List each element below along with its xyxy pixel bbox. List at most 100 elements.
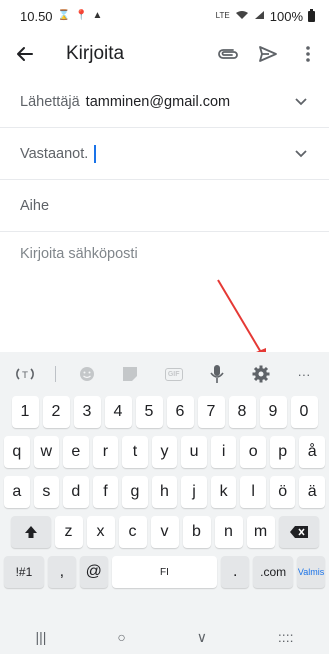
app-bar-actions — [215, 41, 321, 67]
key[interactable]: 3 — [73, 396, 101, 428]
key[interactable]: h — [151, 476, 178, 508]
toolbar-divider — [55, 366, 57, 382]
key[interactable]: ö — [269, 476, 296, 508]
key[interactable]: j — [181, 476, 207, 508]
key[interactable]: b — [182, 516, 211, 548]
key[interactable]: v — [150, 516, 179, 548]
key[interactable]: 9 — [259, 396, 287, 428]
key[interactable]: n — [214, 516, 243, 548]
gear-icon[interactable] — [248, 361, 274, 387]
subject-field[interactable]: Aihe — [0, 180, 329, 232]
key[interactable]: g — [122, 476, 148, 508]
key[interactable]: m — [246, 516, 275, 548]
key[interactable]: 2 — [42, 396, 70, 428]
network-lte-icon: LTE — [215, 11, 230, 20]
key[interactable]: w — [33, 436, 60, 468]
number-row: 1234567890 — [0, 396, 329, 428]
key[interactable]: 0 — [290, 396, 318, 428]
send-button[interactable] — [255, 41, 281, 67]
letter-row-3-keys: zxcvbnm — [54, 516, 275, 548]
key[interactable]: q — [4, 436, 30, 468]
signal-icon — [254, 10, 265, 23]
symbols-key[interactable]: !#1 — [4, 556, 44, 588]
gif-icon[interactable]: GIF — [161, 361, 187, 387]
letter-row-3: zxcvbnm — [0, 516, 329, 548]
key[interactable]: 8 — [228, 396, 256, 428]
key[interactable]: å — [299, 436, 326, 468]
more-options-button[interactable] — [295, 41, 321, 67]
to-label: Vastaanot. — [20, 145, 89, 162]
key[interactable]: o — [240, 436, 266, 468]
keyboard-switch-button[interactable]: :::: — [278, 629, 294, 645]
hide-keyboard-button[interactable]: ∨ — [197, 629, 207, 646]
key[interactable]: a — [4, 476, 30, 508]
period-key[interactable]: . — [221, 556, 250, 588]
key[interactable]: p — [269, 436, 296, 468]
attach-button[interactable] — [215, 41, 241, 67]
body-field[interactable]: Kirjoita sähköposti — [0, 232, 329, 276]
back-button[interactable] — [16, 38, 48, 70]
status-left: 10.50 ⌛ 📍 ▲ — [20, 9, 102, 24]
key[interactable]: 5 — [135, 396, 163, 428]
triangle-icon: ▲ — [92, 10, 103, 21]
key[interactable]: r — [92, 436, 119, 468]
key[interactable]: d — [63, 476, 89, 508]
from-field[interactable]: Lähettäjä tamminen@gmail.com — [0, 76, 329, 128]
home-button[interactable]: ○ — [117, 629, 125, 645]
mic-icon[interactable] — [204, 361, 230, 387]
key[interactable]: u — [181, 436, 207, 468]
shift-icon — [24, 526, 37, 538]
emoji-icon[interactable] — [74, 361, 100, 387]
space-key[interactable]: FI — [111, 556, 218, 588]
navigation-bar: ||| ○ ∨ :::: — [0, 620, 329, 654]
alarm-icon: ⌛ — [57, 10, 70, 21]
dotcom-key[interactable]: .com — [253, 556, 294, 588]
comma-key[interactable]: , — [47, 556, 76, 588]
text-cursor — [94, 144, 97, 163]
at-key[interactable]: @ — [79, 556, 108, 588]
sticker-icon[interactable] — [117, 361, 143, 387]
key[interactable]: l — [240, 476, 266, 508]
key[interactable]: 7 — [197, 396, 225, 428]
more-horiz-icon[interactable]: ··· — [291, 361, 317, 387]
back-arrow-icon — [17, 47, 33, 61]
key[interactable]: y — [151, 436, 178, 468]
chevron-down-icon[interactable] — [293, 94, 309, 110]
letter-row-2: asdfghjklöä — [0, 476, 329, 508]
bottom-row: !#1 , @ FI . .com Valmis — [0, 556, 329, 588]
attach-icon — [218, 49, 238, 59]
key[interactable]: 6 — [166, 396, 194, 428]
wifi-icon — [235, 10, 249, 23]
more-vert-icon — [306, 46, 310, 62]
key[interactable]: i — [210, 436, 237, 468]
recent-apps-button[interactable]: ||| — [35, 629, 46, 645]
key[interactable]: k — [210, 476, 237, 508]
battery-icon — [308, 8, 315, 22]
location-icon: 📍 — [75, 10, 88, 21]
key[interactable]: ä — [299, 476, 326, 508]
chevron-down-icon[interactable] — [293, 146, 309, 162]
svg-text:T: T — [21, 371, 28, 381]
key[interactable]: s — [33, 476, 60, 508]
status-time: 10.50 — [20, 8, 53, 24]
key[interactable]: e — [63, 436, 89, 468]
done-key[interactable]: Valmis — [297, 556, 325, 588]
key[interactable]: x — [86, 516, 115, 548]
from-label: Lähettäjä — [20, 93, 80, 110]
backspace-key[interactable] — [278, 516, 319, 548]
translate-icon[interactable]: T — [12, 361, 38, 387]
to-field[interactable]: Vastaanot. — [0, 128, 329, 180]
keyboard-toolbar: T GIF ··· — [0, 352, 329, 396]
key[interactable]: z — [54, 516, 83, 548]
letter-row-1: qwertyuiopå — [0, 436, 329, 468]
battery-percent: 100% — [269, 8, 303, 24]
keyboard: T GIF ··· 1234567890 qwertyuiopå asdfghj… — [0, 352, 329, 654]
key[interactable]: f — [92, 476, 119, 508]
key[interactable]: 4 — [104, 396, 132, 428]
status-right: LTE 100% — [215, 8, 315, 24]
app-bar: Kirjoita — [0, 32, 329, 76]
shift-key[interactable] — [10, 516, 51, 548]
key[interactable]: c — [118, 516, 147, 548]
key[interactable]: t — [122, 436, 148, 468]
key[interactable]: 1 — [11, 396, 39, 428]
